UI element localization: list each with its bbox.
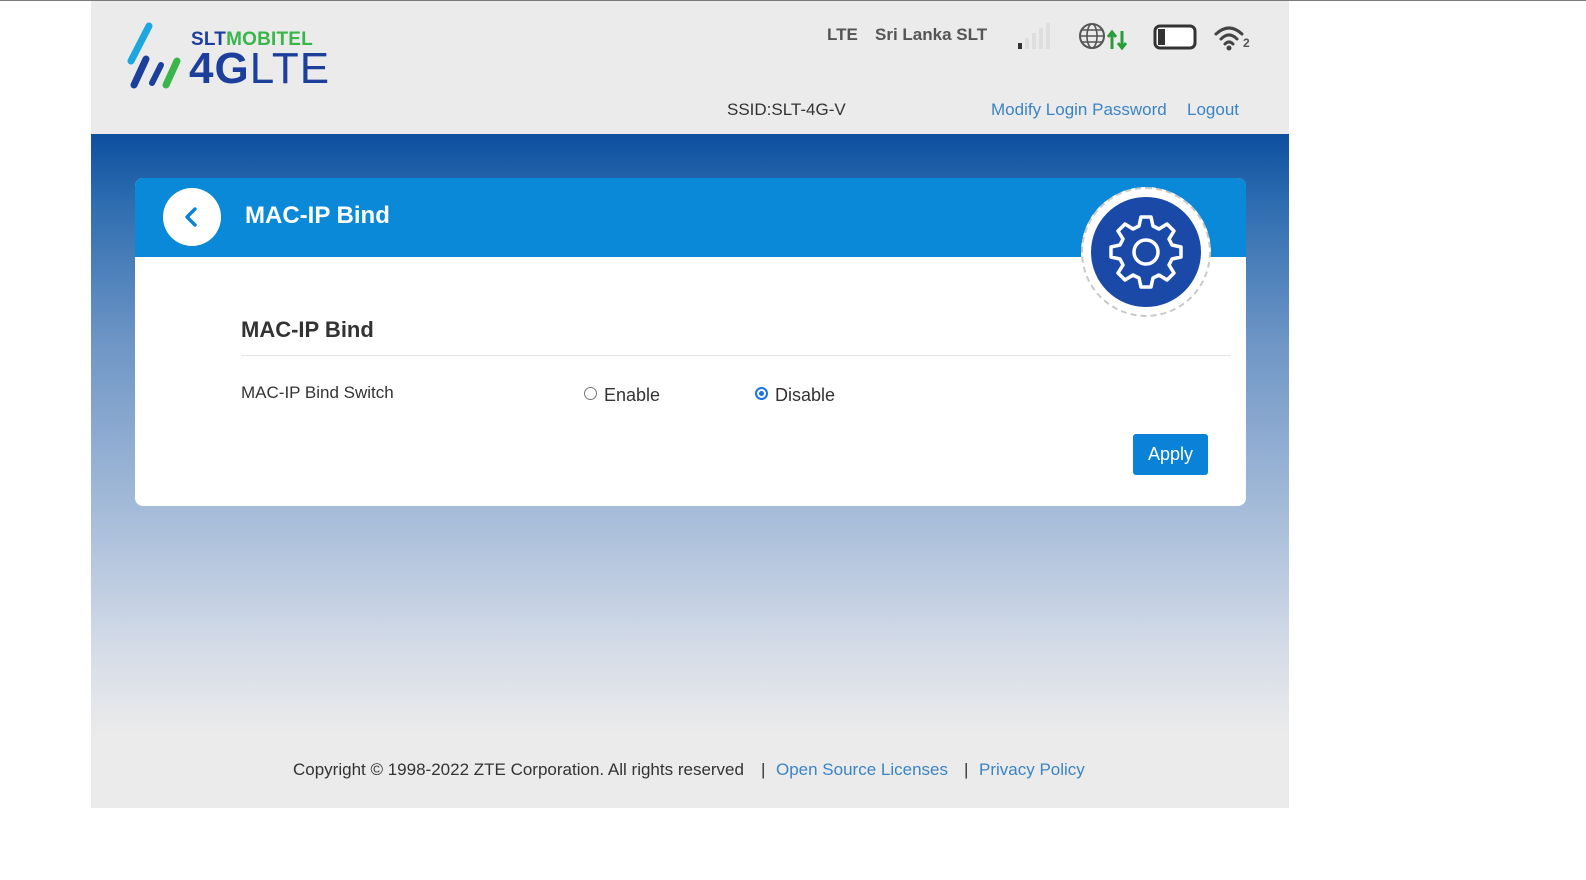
back-button[interactable] [163, 188, 221, 246]
mac-ip-bind-switch-label: MAC-IP Bind Switch [241, 383, 394, 402]
enable-radio-button[interactable] [584, 387, 597, 400]
mac-ip-bind-card: MAC-IP Bind MAC-IP Bind MAC-IP Bind Swit… [135, 178, 1246, 506]
wifi-icon [1214, 26, 1244, 51]
enable-radio-label[interactable]: Enable [604, 385, 660, 406]
chevron-left-icon [185, 207, 197, 227]
logo-stripes-icon [127, 22, 181, 89]
router-admin-page: SLTMOBITEL 4GLTE LTE Sri Lanka SLT 2 SSI… [91, 1, 1289, 808]
header: SLTMOBITEL 4GLTE LTE Sri Lanka SLT 2 SSI… [91, 1, 1289, 134]
globe-data-icon [1079, 23, 1128, 51]
disable-radio-label[interactable]: Disable [775, 385, 835, 406]
section-divider [241, 355, 1231, 356]
privacy-policy-link[interactable]: Privacy Policy [979, 760, 1085, 780]
card-header: MAC-IP Bind [135, 178, 1246, 257]
disable-radio-button[interactable] [755, 387, 768, 400]
open-source-licenses-link[interactable]: Open Source Licenses [776, 760, 948, 780]
battery-icon [1153, 24, 1197, 50]
carrier-name: Sri Lanka SLT [875, 25, 988, 44]
ssid-label: SSID:SLT-4G-V [727, 100, 846, 119]
footer-separator: | [761, 760, 766, 779]
sltmobitel-logo: SLTMOBITEL 4GLTE [125, 21, 345, 93]
footer: Copyright © 1998-2022 ZTE Corporation. A… [91, 760, 1289, 784]
copyright-text: Copyright © 1998-2022 ZTE Corporation. A… [293, 760, 744, 779]
logout-link[interactable]: Logout [1187, 100, 1239, 120]
page-title: MAC-IP Bind [245, 202, 390, 229]
modify-login-password-link[interactable]: Modify Login Password [991, 100, 1167, 120]
footer-separator: | [964, 760, 969, 779]
settings-badge [1081, 187, 1211, 317]
apply-button[interactable]: Apply [1133, 434, 1208, 475]
gear-icon [1109, 215, 1183, 289]
signal-bars-icon [1018, 23, 1050, 49]
wifi-client-count: 2 [1243, 36, 1250, 50]
section-title: MAC-IP Bind [241, 317, 374, 342]
network-type: LTE [827, 25, 858, 44]
